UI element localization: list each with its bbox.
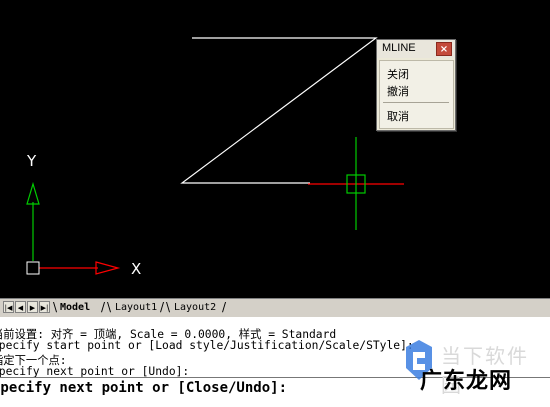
mline-polyline bbox=[180, 37, 378, 184]
popup-title: MLINE bbox=[382, 42, 416, 54]
prev-tab-icon[interactable]: ◀ bbox=[15, 301, 26, 313]
command-history-line: Specify start point or [Load style/Justi… bbox=[0, 339, 414, 352]
tab-divider: / bbox=[160, 300, 165, 314]
menu-item-close[interactable]: 关闭 bbox=[387, 66, 409, 82]
tab-divider: / bbox=[101, 300, 106, 314]
command-prompt[interactable]: Specify next point or [Close/Undo]: bbox=[0, 380, 287, 396]
drawing-canvas[interactable]: Y X bbox=[0, 0, 550, 298]
first-tab-icon[interactable]: |◀ bbox=[3, 301, 14, 313]
tab-model[interactable]: Model bbox=[60, 299, 90, 316]
menu-item-cancel[interactable]: 取消 bbox=[387, 108, 409, 124]
ucs-y-label: Y bbox=[26, 152, 37, 170]
menu-item-undo[interactable]: 撤消 bbox=[387, 83, 409, 99]
tab-layout1[interactable]: Layout1 bbox=[115, 299, 157, 316]
layout-tab-bar: |◀ ◀ ▶ ▶| \ Model / \ Layout1 / \ Layout… bbox=[0, 298, 550, 318]
watermark-text: 广东龙网 bbox=[420, 369, 513, 394]
tab-layout2[interactable]: Layout2 bbox=[174, 299, 216, 316]
popup-menu: 关闭 撤消 取消 bbox=[379, 60, 454, 129]
menu-separator bbox=[383, 102, 449, 103]
tab-divider: \ bbox=[53, 300, 58, 314]
ucs-origin-box bbox=[26, 261, 40, 275]
close-icon[interactable]: × bbox=[436, 42, 452, 56]
last-tab-icon[interactable]: ▶| bbox=[39, 301, 50, 313]
ucs-x-arrow-icon bbox=[95, 261, 121, 275]
ucs-y-arrow-icon bbox=[26, 181, 40, 205]
next-tab-icon[interactable]: ▶ bbox=[27, 301, 38, 313]
tab-divider: / bbox=[222, 300, 227, 314]
tab-divider: \ bbox=[107, 300, 112, 314]
popup-titlebar[interactable]: MLINE × bbox=[377, 40, 455, 58]
tab-divider: \ bbox=[166, 300, 171, 314]
mline-popup: MLINE × 关闭 撤消 取消 bbox=[376, 39, 456, 131]
drawing-svg: Y X bbox=[26, 37, 404, 278]
ucs-x-label: X bbox=[131, 260, 141, 278]
